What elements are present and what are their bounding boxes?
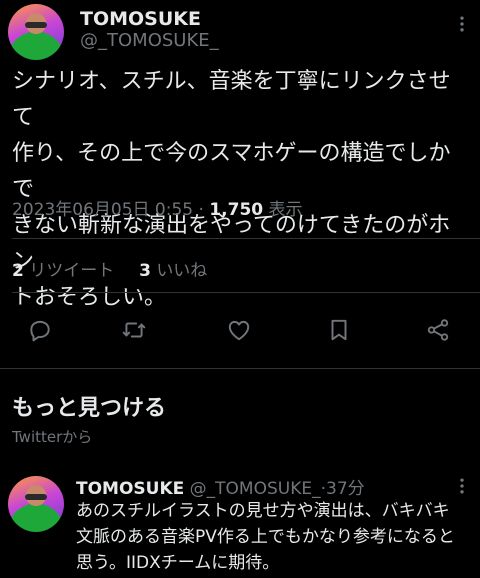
like-count: 3: [139, 261, 151, 281]
like-stat[interactable]: 3 いいね: [139, 261, 207, 281]
tweet-timestamp[interactable]: 2023年06月05日 0:55: [12, 200, 193, 220]
view-label: 表示: [268, 200, 303, 220]
avatar-glasses: [24, 494, 48, 501]
retweet-label: リツイート: [29, 261, 115, 281]
retweet-icon: [122, 322, 146, 338]
section-divider: [0, 368, 480, 369]
author-handle[interactable]: @_TOMOSUKE_: [80, 30, 219, 51]
like-button[interactable]: [219, 310, 259, 350]
recommended-author-handle[interactable]: @_TOMOSUKE_: [190, 479, 321, 499]
recommended-time[interactable]: 37分: [326, 479, 365, 499]
recommended-author-name[interactable]: TOMOSUKE: [76, 479, 184, 499]
reply-button[interactable]: [20, 310, 60, 350]
bookmark-button[interactable]: [319, 310, 359, 350]
author-name[interactable]: TOMOSUKE: [80, 8, 201, 30]
tweet-meta: 2023年06月05日 0:55 · 1,750 表示: [12, 195, 303, 220]
author-avatar[interactable]: [8, 4, 64, 60]
recommended-tweet-text: あのスチルイラストの見せ方や演出は、バキバキ 文脈のある音楽PV作る上でもかなり…: [76, 501, 455, 573]
meta-separator: ·: [198, 200, 204, 220]
like-icon: [228, 320, 250, 341]
more-options-icon[interactable]: [450, 12, 474, 36]
recommended-more-options-icon[interactable]: [450, 474, 474, 498]
divider-top: [12, 238, 480, 239]
bookmark-icon: [331, 319, 347, 341]
share-button[interactable]: [418, 310, 458, 350]
discover-more-title: もっと見つける: [12, 396, 167, 421]
avatar-glasses: [24, 22, 48, 29]
divider-middle: [12, 292, 480, 293]
share-icon: [427, 319, 449, 341]
retweet-button[interactable]: [114, 310, 154, 350]
retweet-stat[interactable]: 2 リツイート: [12, 261, 120, 281]
reply-icon: [30, 320, 50, 342]
recommended-author-avatar[interactable]: [8, 476, 64, 532]
recommended-tweet-header: TOMOSUKE @_TOMOSUKE_·37分: [76, 474, 365, 499]
discover-source: Twitterから: [12, 428, 93, 446]
like-label: いいね: [156, 261, 208, 281]
tweet-stats: 2 リツイート 3 いいね: [12, 256, 207, 281]
retweet-count: 2: [12, 261, 24, 281]
view-count: 1,750: [209, 200, 264, 220]
